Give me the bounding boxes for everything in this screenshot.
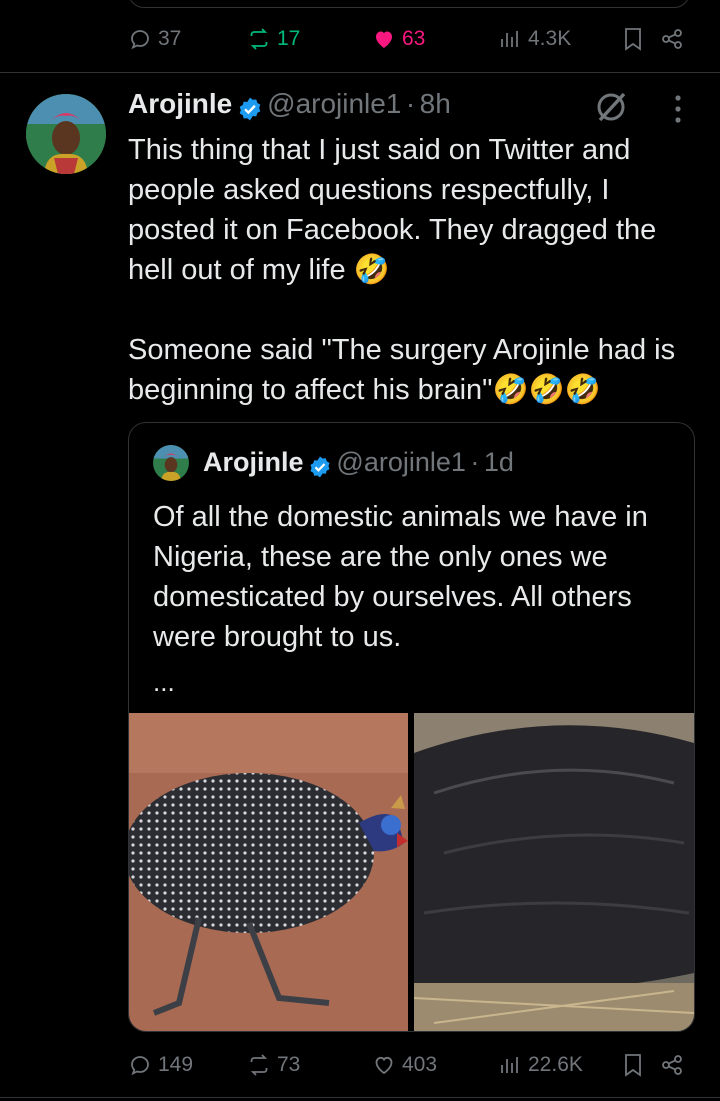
tweet-time[interactable]: 8h [420, 88, 451, 119]
tweet-header: Arojinle @arojinle1 · 8h [128, 88, 451, 122]
retweet-icon [250, 28, 268, 50]
reply-count: 37 [158, 27, 182, 50]
quoted-tweet[interactable]: Arojinle @arojinle1 · 1d Of all the dome… [128, 422, 695, 1032]
main-share-icon[interactable] [660, 1053, 684, 1077]
reply-button[interactable]: 37 [128, 27, 181, 51]
quote-author-name: Arojinle [203, 447, 304, 477]
retweet-count: 17 [277, 27, 301, 50]
dot-separator: · [405, 88, 416, 119]
grok-icon[interactable] [592, 88, 630, 126]
heart-icon [375, 1056, 393, 1075]
heart-filled-icon [376, 31, 392, 48]
avatar-image [26, 94, 106, 174]
bottom-divider [0, 1097, 720, 1098]
share-icon[interactable] [660, 27, 684, 51]
retweet-button[interactable]: 17 [247, 27, 300, 51]
previous-tweet-media [128, 0, 690, 8]
quote-show-more[interactable]: ... [153, 667, 175, 698]
author-handle[interactable]: @arojinle1 [267, 88, 401, 119]
main-bookmark-icon[interactable] [622, 1053, 644, 1077]
main-reply-button[interactable]: 149 [128, 1053, 193, 1077]
more-options-icon[interactable] [668, 92, 688, 126]
main-like-count: 403 [402, 1053, 438, 1076]
grasscutter-photo [414, 713, 694, 1031]
grasscutter-image[interactable] [414, 713, 694, 1031]
main-retweet-count: 73 [277, 1053, 301, 1076]
views-icon [501, 1057, 518, 1073]
main-like-button[interactable]: 403 [372, 1053, 437, 1077]
verified-badge-icon [239, 97, 260, 121]
quote-dot-separator: · [470, 447, 480, 477]
main-reply-count: 149 [158, 1053, 194, 1076]
views-icon [501, 31, 518, 47]
main-retweet-button[interactable]: 73 [247, 1053, 300, 1077]
guinea-fowl-photo [129, 713, 408, 1031]
reply-icon [131, 30, 149, 50]
tweet-divider [0, 72, 720, 73]
quote-avatar-image [153, 445, 189, 481]
guinea-fowl-image[interactable] [129, 713, 408, 1031]
quote-text: Of all the domestic animals we have in N… [153, 501, 656, 653]
quote-avatar [153, 445, 189, 481]
retweet-icon [250, 1054, 268, 1076]
avatar[interactable] [26, 94, 106, 174]
views-count: 4.3K [528, 27, 572, 50]
like-count: 63 [402, 27, 426, 50]
quote-author-handle: @arojinle1 [336, 447, 466, 477]
main-views-button[interactable]: 22.6K [498, 1053, 583, 1077]
main-views-count: 22.6K [528, 1053, 583, 1076]
quote-verified-badge-icon [310, 456, 330, 478]
author-name[interactable]: Arojinle [128, 88, 232, 119]
views-button[interactable]: 4.3K [498, 27, 571, 51]
quote-time: 1d [483, 447, 514, 477]
reply-icon [131, 1056, 149, 1076]
bookmark-icon[interactable] [622, 27, 644, 51]
quote-header: Arojinle @arojinle1 · 1d [203, 447, 514, 479]
tweet-text: This thing that I just said on Twitter a… [128, 134, 676, 406]
like-button[interactable]: 63 [372, 27, 425, 51]
